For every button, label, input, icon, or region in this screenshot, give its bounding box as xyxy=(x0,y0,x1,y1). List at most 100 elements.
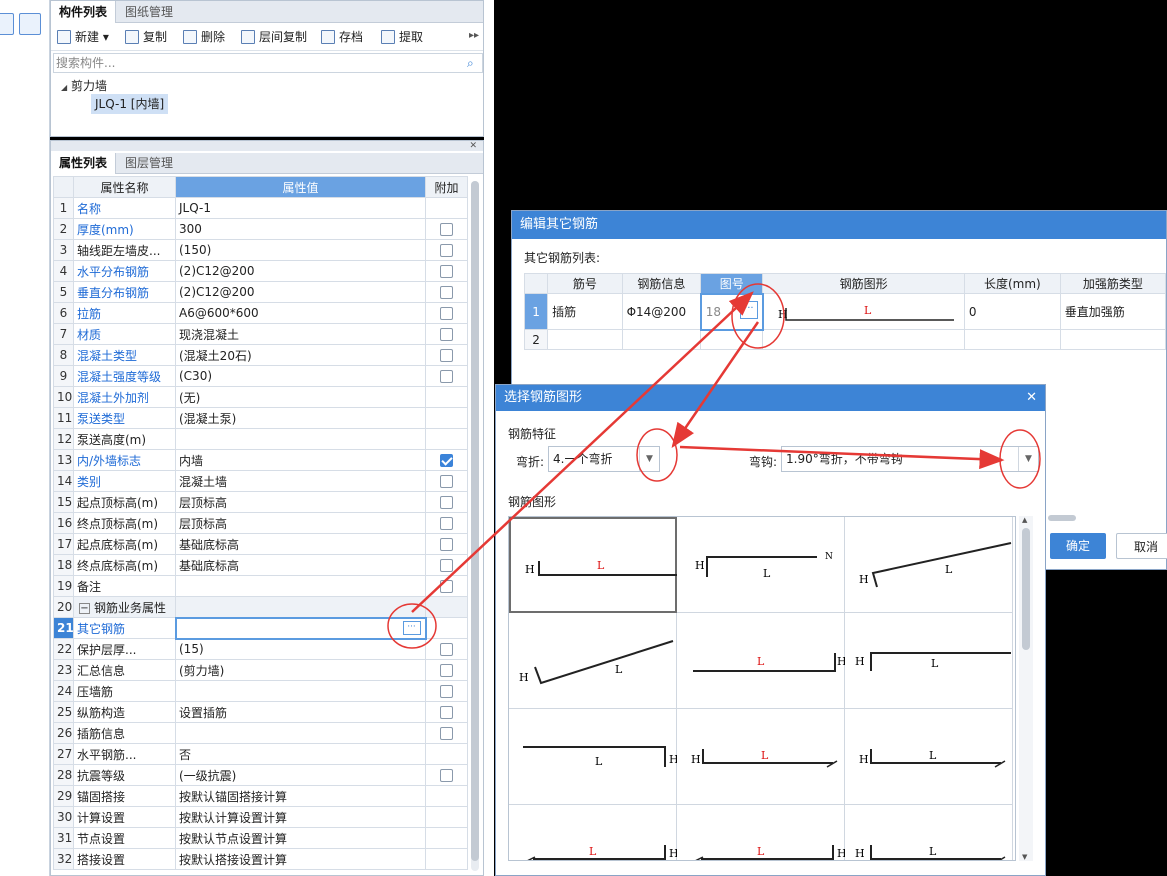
addition-cell[interactable] xyxy=(425,218,468,240)
addition-cell[interactable] xyxy=(425,302,468,324)
property-value[interactable]: (2)C12@200 xyxy=(175,281,426,303)
shape-option[interactable]: HL xyxy=(509,613,677,709)
shape-option[interactable]: HL xyxy=(845,805,1013,860)
property-row[interactable]: 24 压墙筋 xyxy=(53,680,468,702)
property-row[interactable]: 15 起点顶标高(m) 层顶标高 xyxy=(53,491,468,513)
tab-component-list[interactable]: 构件列表 xyxy=(51,1,117,23)
addition-checkbox[interactable] xyxy=(440,664,453,677)
shape-option[interactable]: HL xyxy=(509,517,677,613)
addition-cell[interactable] xyxy=(425,554,468,576)
addition-cell[interactable] xyxy=(425,365,468,387)
rebar-type-cell[interactable]: 垂直加强筋 xyxy=(1059,293,1167,330)
addition-cell[interactable] xyxy=(425,470,468,492)
addition-cell[interactable] xyxy=(425,764,468,786)
property-row[interactable]: 13 内/外墙标志 内墙 xyxy=(53,449,468,471)
copy-button[interactable]: 复制 xyxy=(125,29,167,45)
property-row[interactable]: 26 插筋信息 xyxy=(53,722,468,744)
property-row[interactable]: 27 水平钢筋... 否 xyxy=(53,743,468,765)
horizontal-scrollbar[interactable] xyxy=(1048,515,1076,521)
property-row[interactable]: 20− 钢筋业务属性 xyxy=(53,596,468,618)
property-value[interactable]: ··· xyxy=(174,616,427,640)
toolbar-overflow-icon[interactable]: ▸▸ xyxy=(469,30,479,41)
scrollbar-thumb[interactable] xyxy=(1022,528,1030,650)
property-row[interactable]: 18 终点底标高(m) 基础底标高 xyxy=(53,554,468,576)
addition-cell[interactable] xyxy=(425,575,468,597)
addition-cell[interactable] xyxy=(425,344,468,366)
rebar-info-cell[interactable] xyxy=(621,329,702,350)
figure-browse-button[interactable]: ··· xyxy=(739,300,758,319)
addition-checkbox[interactable] xyxy=(440,307,453,320)
property-scrollbar[interactable] xyxy=(471,181,479,871)
delete-button[interactable]: 删除 xyxy=(183,29,225,45)
browse-button[interactable]: ··· xyxy=(402,620,421,635)
addition-checkbox[interactable] xyxy=(440,244,453,257)
property-row[interactable]: 29 锚固搭接 按默认锚固搭接计算 xyxy=(53,785,468,807)
tree-item-jlq1[interactable]: JLQ-1 [内墙] xyxy=(91,94,169,114)
property-row[interactable]: 19 备注 xyxy=(53,575,468,597)
property-row[interactable]: 28 抗震等级 (一级抗震) xyxy=(53,764,468,786)
property-row[interactable]: 2 厚度(mm) 300 xyxy=(53,218,468,240)
addition-checkbox[interactable] xyxy=(440,727,453,740)
addition-checkbox[interactable] xyxy=(440,559,453,572)
property-row[interactable]: 21 其它钢筋 ··· xyxy=(53,616,468,640)
panel-view-icon[interactable] xyxy=(19,13,41,35)
property-row[interactable]: 12 泵送高度(m) xyxy=(53,428,468,450)
property-row[interactable]: 5 垂直分布钢筋 (2)C12@200 xyxy=(53,281,468,303)
addition-checkbox[interactable] xyxy=(440,580,453,593)
property-value[interactable]: 基础底标高 xyxy=(175,533,426,555)
shape-option[interactable]: HL xyxy=(509,805,677,860)
archive-button[interactable]: 存档 xyxy=(321,29,363,45)
shape-option[interactable]: HL xyxy=(845,613,1013,709)
property-value[interactable] xyxy=(175,428,426,450)
property-value[interactable] xyxy=(175,596,426,618)
close-icon[interactable]: ✕ xyxy=(1026,385,1037,411)
scroll-down-icon[interactable]: ▼ xyxy=(1022,853,1027,861)
addition-checkbox[interactable] xyxy=(440,454,453,467)
property-value[interactable]: A6@600*600 xyxy=(175,302,426,324)
addition-checkbox[interactable] xyxy=(440,370,453,383)
property-value[interactable]: 层顶标高 xyxy=(175,491,426,513)
property-row[interactable]: 25 纵筋构造 设置插筋 xyxy=(53,701,468,723)
floor-copy-button[interactable]: 层间复制 xyxy=(241,29,307,45)
search-input[interactable]: 搜索构件... xyxy=(53,53,483,73)
property-row[interactable]: 11 泵送类型 (混凝土泵) xyxy=(53,407,468,429)
addition-checkbox[interactable] xyxy=(440,265,453,278)
property-value[interactable]: 混凝土墙 xyxy=(175,470,426,492)
new-button[interactable]: 新建 ▾ xyxy=(57,29,109,45)
addition-checkbox[interactable] xyxy=(440,706,453,719)
rebar-name-cell[interactable] xyxy=(547,329,623,350)
addition-cell[interactable] xyxy=(425,239,468,261)
addition-cell[interactable] xyxy=(425,659,468,681)
property-value[interactable]: 层顶标高 xyxy=(175,512,426,534)
addition-checkbox[interactable] xyxy=(440,538,453,551)
property-value[interactable]: 按默认节点设置计算 xyxy=(175,827,426,849)
rebar-info-cell[interactable]: Φ14@200 xyxy=(621,293,702,330)
collapse-icon[interactable]: − xyxy=(79,602,90,614)
addition-cell[interactable] xyxy=(425,281,468,303)
tree-group-wall[interactable]: ◢ 剪力墙 xyxy=(61,77,107,94)
property-row[interactable]: 23 汇总信息 (剪力墙) xyxy=(53,659,468,681)
property-row[interactable]: 7 材质 现浇混凝土 xyxy=(53,323,468,345)
property-value[interactable]: (混凝土泵) xyxy=(175,407,426,429)
addition-cell[interactable] xyxy=(425,323,468,345)
addition-cell[interactable] xyxy=(425,512,468,534)
property-row[interactable]: 16 终点顶标高(m) 层顶标高 xyxy=(53,512,468,534)
shape-option[interactable]: HL xyxy=(677,613,845,709)
tab-property-list[interactable]: 属性列表 xyxy=(51,153,117,174)
table-row[interactable]: 1 插筋 Φ14@200 18 ··· H L 0 垂直加强筋 xyxy=(523,292,1167,331)
property-value[interactable]: (剪力墙) xyxy=(175,659,426,681)
addition-checkbox[interactable] xyxy=(440,286,453,299)
rebar-length-cell[interactable] xyxy=(963,329,1061,350)
property-row[interactable]: 8 混凝土类型 (混凝土20石) xyxy=(53,344,468,366)
property-row[interactable]: 22 保护层厚... (15) xyxy=(53,638,468,660)
property-value[interactable]: (15) xyxy=(175,638,426,660)
rebar-length-cell[interactable]: 0 xyxy=(963,293,1061,330)
property-value[interactable]: 按默认计算设置计算 xyxy=(175,806,426,828)
figure-number-cell[interactable] xyxy=(700,329,764,350)
property-value[interactable]: 内墙 xyxy=(175,449,426,471)
property-value[interactable]: (2)C12@200 xyxy=(175,260,426,282)
addition-checkbox[interactable] xyxy=(440,643,453,656)
shape-option[interactable]: HL xyxy=(845,709,1013,805)
property-row[interactable]: 17 起点底标高(m) 基础底标高 xyxy=(53,533,468,555)
property-row[interactable]: 1 名称 JLQ-1 xyxy=(53,197,468,219)
